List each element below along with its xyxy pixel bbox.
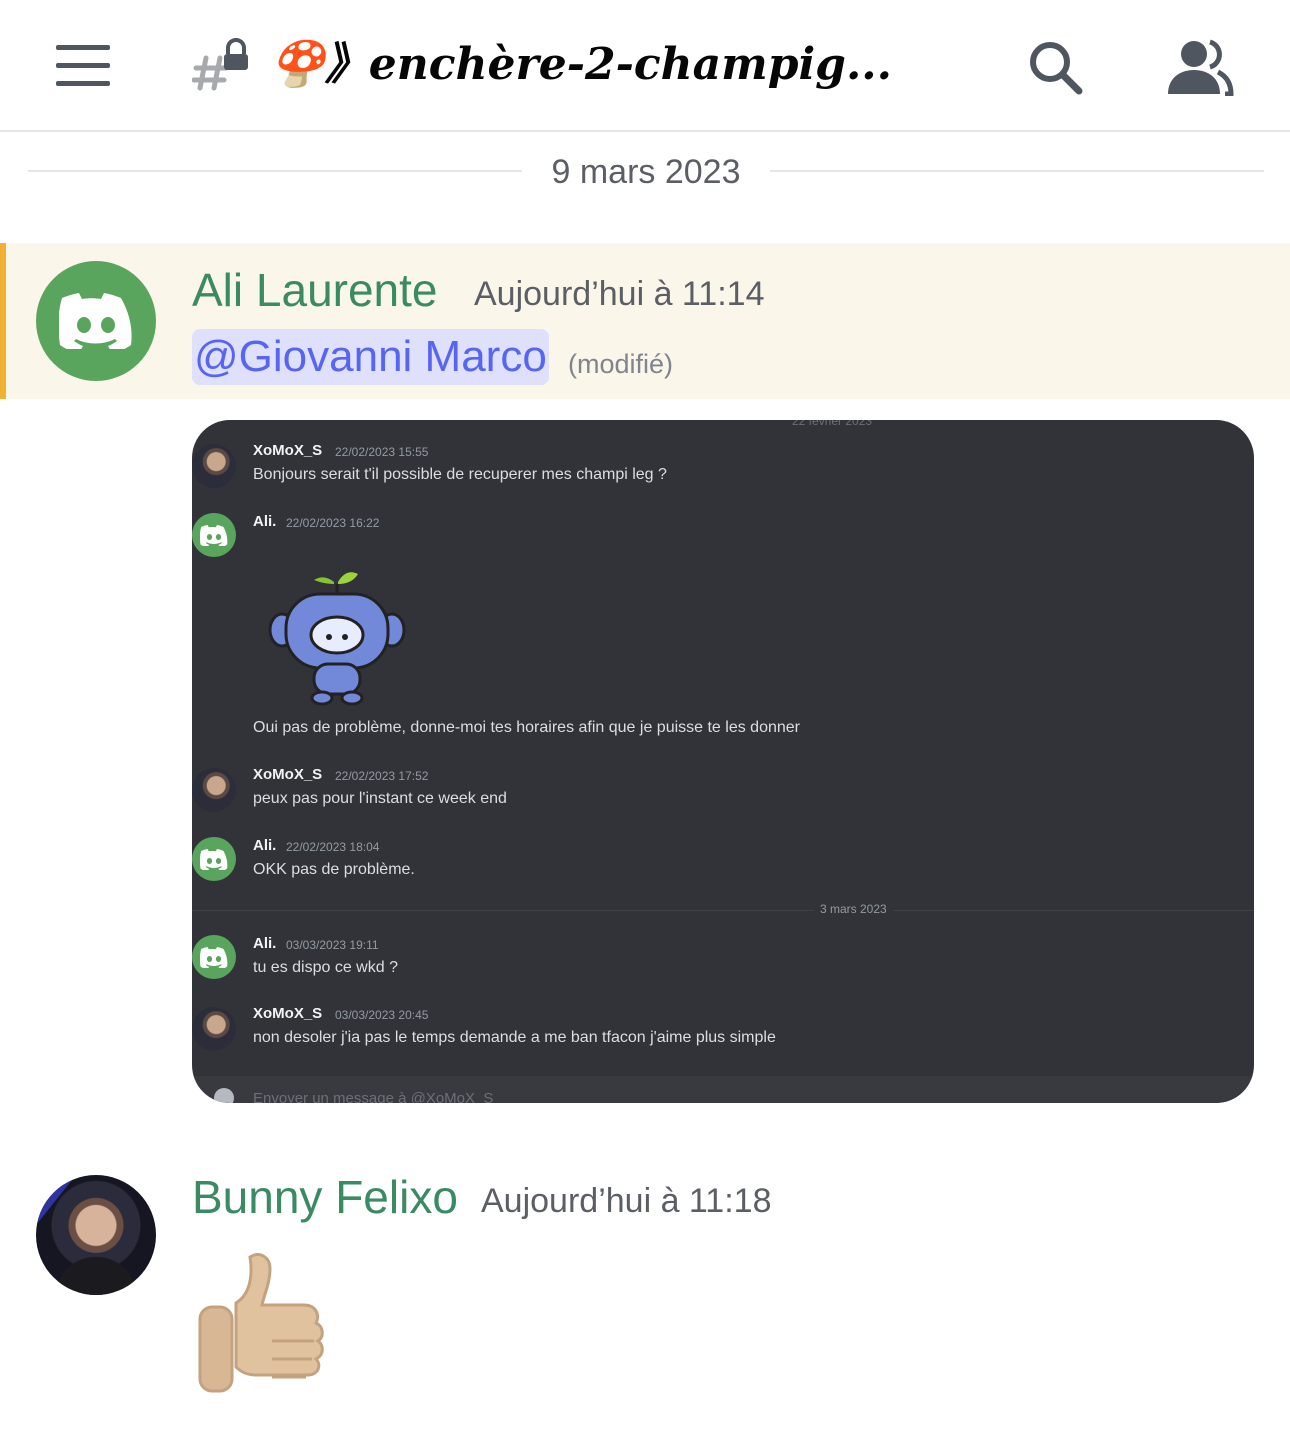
- message-timestamp: 22/02/2023 16:22: [286, 516, 380, 530]
- message-text: non desoler j'ia pas le temps demande a …: [253, 1029, 776, 1046]
- mention-highlight-bar: [0, 243, 6, 399]
- discord-logo-icon: [200, 848, 228, 870]
- composer-placeholder: Envoyer un message à @XoMoX_S: [253, 1090, 494, 1103]
- user-photo-icon: [36, 1175, 138, 1295]
- search-icon[interactable]: [1026, 38, 1084, 96]
- message-timestamp: 03/03/2023 19:11: [286, 938, 379, 952]
- avatar: [192, 1007, 236, 1051]
- discord-logo-icon: [200, 946, 228, 968]
- message-text: OKK pas de problème.: [253, 861, 415, 878]
- image-attachment[interactable]: 22 février 2023 XoMoX_S 22/02/2023 15:55…: [192, 420, 1254, 1103]
- members-icon[interactable]: [1166, 38, 1234, 96]
- message-author: XoMoX_S: [253, 442, 323, 459]
- avatar: [192, 513, 236, 557]
- message-text: Oui pas de problème, donne-moi tes horai…: [253, 719, 800, 736]
- date-divider: [192, 910, 1254, 911]
- avatar[interactable]: [36, 261, 156, 381]
- add-attachment-icon: [214, 1088, 234, 1103]
- message-text: peux pas pour l'instant ce week end: [253, 790, 507, 807]
- date-divider-label: 3 mars 2023: [814, 902, 893, 916]
- message-author: Ali.: [253, 513, 277, 530]
- message-text: tu es dispo ce wkd ?: [253, 959, 398, 976]
- avatar[interactable]: [36, 1175, 156, 1295]
- message-timestamp: Aujourd’hui à 11:18: [481, 1182, 772, 1220]
- edited-label: (modifié): [568, 349, 674, 379]
- locked-channel-hash-icon: [192, 38, 248, 91]
- channel-header: 🍄》enchère-2-champig...: [0, 0, 1290, 132]
- avatar: [192, 444, 236, 488]
- message-author: XoMoX_S: [253, 766, 323, 783]
- message-composer: Envoyer un message à @XoMoX_S: [192, 1076, 1254, 1103]
- divider-line: [28, 170, 522, 172]
- message-author: XoMoX_S: [253, 1005, 323, 1022]
- message-author[interactable]: Ali Laurente: [192, 262, 438, 318]
- user-mention[interactable]: @Giovanni Marco: [192, 329, 549, 385]
- date-divider-label: 9 mars 2023: [551, 153, 741, 191]
- message-timestamp: Aujourd’hui à 11:14: [474, 275, 765, 313]
- avatar: [192, 935, 236, 979]
- message-timestamp: 22/02/2023 15:55: [335, 445, 429, 459]
- discord-logo-icon: [59, 293, 132, 349]
- discord-logo-icon: [200, 524, 228, 546]
- cut-date-label: 22 février 2023: [792, 420, 873, 428]
- wumpus-sticker: [268, 572, 406, 706]
- message-timestamp: 22/02/2023 17:52: [335, 769, 429, 783]
- message-author[interactable]: Bunny Felixo: [192, 1169, 458, 1225]
- avatar: [192, 837, 236, 881]
- message-timestamp: 03/03/2023 20:45: [335, 1008, 429, 1022]
- channel-name[interactable]: 🍄》enchère-2-champig...: [270, 30, 950, 100]
- divider-line: [770, 170, 1264, 172]
- message-text: Bonjours serait t'il possible de recuper…: [253, 466, 667, 483]
- message-author: Ali.: [253, 837, 277, 854]
- date-divider: 9 mars 2023: [28, 150, 1264, 194]
- message-timestamp: 22/02/2023 18:04: [286, 840, 380, 854]
- hamburger-menu-icon[interactable]: [56, 45, 112, 87]
- message-author: Ali.: [253, 935, 277, 952]
- thumbs-up-emoji: [198, 1253, 324, 1393]
- avatar: [192, 768, 236, 812]
